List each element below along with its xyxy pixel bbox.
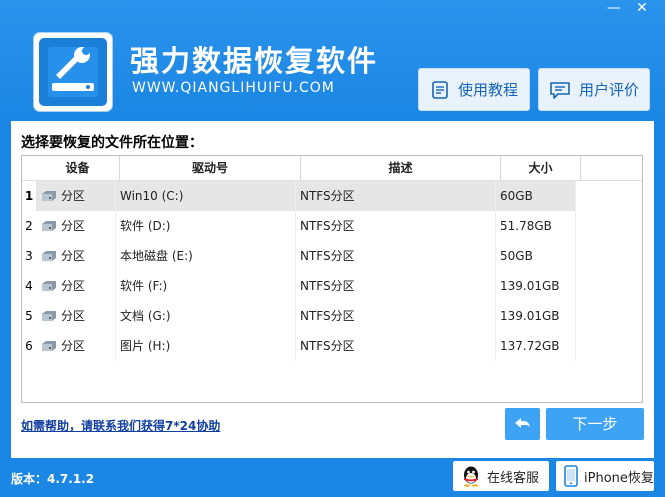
qq-penguin-icon — [464, 466, 478, 487]
row-number: 5 — [25, 309, 33, 323]
disk-icon — [42, 341, 56, 351]
table-row[interactable]: 6 分区 图片 (H:) NTFS分区 137.72GB — [22, 331, 642, 361]
device-type: 分区 — [61, 279, 86, 293]
table-row[interactable]: 2 分区 软件 (D:) NTFS分区 51.78GB — [22, 211, 642, 241]
disk-icon — [42, 311, 56, 321]
online-service-label: 在线客服 — [487, 470, 540, 486]
app-logo — [34, 33, 112, 111]
device-type: 分区 — [61, 339, 86, 353]
iphone-recovery-label: iPhone恢复 — [584, 470, 654, 486]
drive-cell: 软件 (D:) — [116, 211, 296, 241]
drive-cell: 本地磁盘 (E:) — [116, 241, 296, 271]
table-row[interactable]: 1 分区 Win10 (C:) NTFS分区 60GB — [22, 181, 642, 211]
row-number: 2 — [25, 219, 33, 233]
partition-table: 设备 驱动号 描述 大小 1 分区 Win10 (C:) NTFS分区 60GB — [21, 155, 643, 403]
location-prompt: 选择要恢复的文件所在位置： — [21, 135, 203, 151]
device-type: 分区 — [61, 219, 86, 233]
device-cell: 分区 — [36, 271, 116, 301]
disk-icon — [42, 191, 56, 201]
drive-cell: 图片 (H:) — [116, 331, 296, 361]
document-icon — [432, 80, 448, 99]
drive-cell: Win10 (C:) — [116, 181, 296, 211]
device-cell: 分区 — [36, 301, 116, 331]
header-size[interactable]: 大小 — [501, 156, 581, 181]
description-cell: NTFS分区 — [296, 271, 496, 301]
hard-drive-wrench-icon — [39, 38, 107, 106]
size-cell: 51.78GB — [496, 211, 576, 241]
iphone-recovery-button[interactable]: iPhone恢复 — [556, 461, 654, 491]
description-cell: NTFS分区 — [296, 301, 496, 331]
back-arrow-icon — [514, 418, 530, 429]
device-cell: 分区 — [36, 241, 116, 271]
drive-cell: 文档 (G:) — [116, 301, 296, 331]
review-label: 用户评价 — [578, 81, 639, 99]
device-type: 分区 — [61, 309, 86, 323]
app-website: WWW.QIANGLIHUIFU.COM — [132, 80, 335, 96]
device-cell: 分区 — [36, 181, 116, 211]
tutorial-label: 使用教程 — [457, 81, 518, 99]
online-service-button[interactable]: 在线客服 — [453, 461, 549, 491]
drive-cell: 软件 (F:) — [116, 271, 296, 301]
app-title: 强力数据恢复软件 — [130, 44, 379, 78]
table-body: 1 分区 Win10 (C:) NTFS分区 60GB 2 分区 软件 (D:)… — [22, 181, 642, 361]
help-link[interactable]: 如需帮助，请联系我们获得7*24协助 — [21, 417, 220, 434]
title-bar: — ✕ 强力数据恢复软件 WWW.QIANGLIHUIFU.COM 使用教程 用… — [0, 0, 665, 120]
description-cell: NTFS分区 — [296, 241, 496, 271]
device-cell: 分区 — [36, 331, 116, 361]
chat-bubble-icon — [550, 81, 570, 99]
device-type: 分区 — [61, 249, 86, 263]
size-cell: 137.72GB — [496, 331, 576, 361]
back-button[interactable] — [505, 408, 540, 440]
review-button[interactable]: 用户评价 — [538, 68, 650, 111]
table-row[interactable]: 5 分区 文档 (G:) NTFS分区 139.01GB — [22, 301, 642, 331]
header-rownum — [22, 156, 36, 181]
iphone-icon — [564, 465, 578, 487]
description-cell: NTFS分区 — [296, 331, 496, 361]
table-row[interactable]: 3 分区 本地磁盘 (E:) NTFS分区 50GB — [22, 241, 642, 271]
size-cell: 50GB — [496, 241, 576, 271]
row-number: 4 — [25, 279, 33, 293]
size-cell: 60GB — [496, 181, 576, 211]
header-device[interactable]: 设备 — [36, 156, 120, 181]
size-cell: 139.01GB — [496, 301, 576, 331]
minimize-button[interactable]: — — [600, 0, 628, 18]
row-number: 6 — [25, 339, 33, 353]
device-type: 分区 — [61, 189, 86, 203]
version-label: 版本：4.7.1.2 — [11, 472, 95, 486]
disk-icon — [42, 281, 56, 291]
disk-icon — [42, 221, 56, 231]
row-number: 1 — [24, 189, 34, 203]
table-header: 设备 驱动号 描述 大小 — [22, 156, 642, 181]
close-button[interactable]: ✕ — [628, 0, 656, 18]
next-button[interactable]: 下一步 — [546, 408, 644, 440]
disk-icon — [42, 251, 56, 261]
main-panel: 选择要恢复的文件所在位置： 设备 驱动号 描述 大小 1 分区 Win10 (C… — [11, 121, 654, 458]
header-description[interactable]: 描述 — [301, 156, 501, 181]
description-cell: NTFS分区 — [296, 211, 496, 241]
description-cell: NTFS分区 — [296, 181, 496, 211]
size-cell: 139.01GB — [496, 271, 576, 301]
table-row[interactable]: 4 分区 软件 (F:) NTFS分区 139.01GB — [22, 271, 642, 301]
device-cell: 分区 — [36, 211, 116, 241]
header-drive[interactable]: 驱动号 — [120, 156, 301, 181]
tutorial-button[interactable]: 使用教程 — [418, 68, 530, 111]
row-number: 3 — [25, 249, 33, 263]
